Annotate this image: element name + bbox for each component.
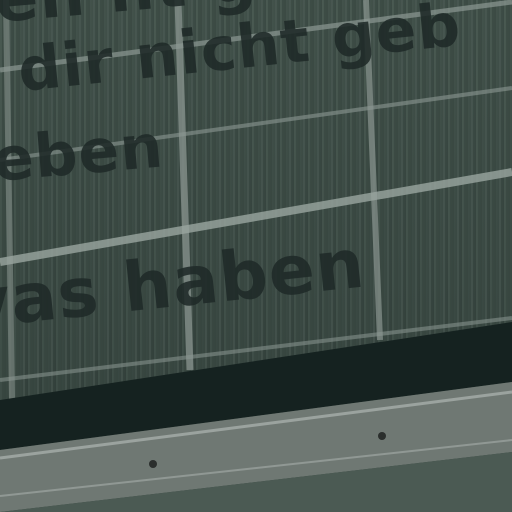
rail-screw-right — [378, 432, 386, 440]
rail-screw-left — [149, 460, 157, 468]
window-scene: en ht geb dir nicht geb eben vas haben — [0, 0, 512, 512]
